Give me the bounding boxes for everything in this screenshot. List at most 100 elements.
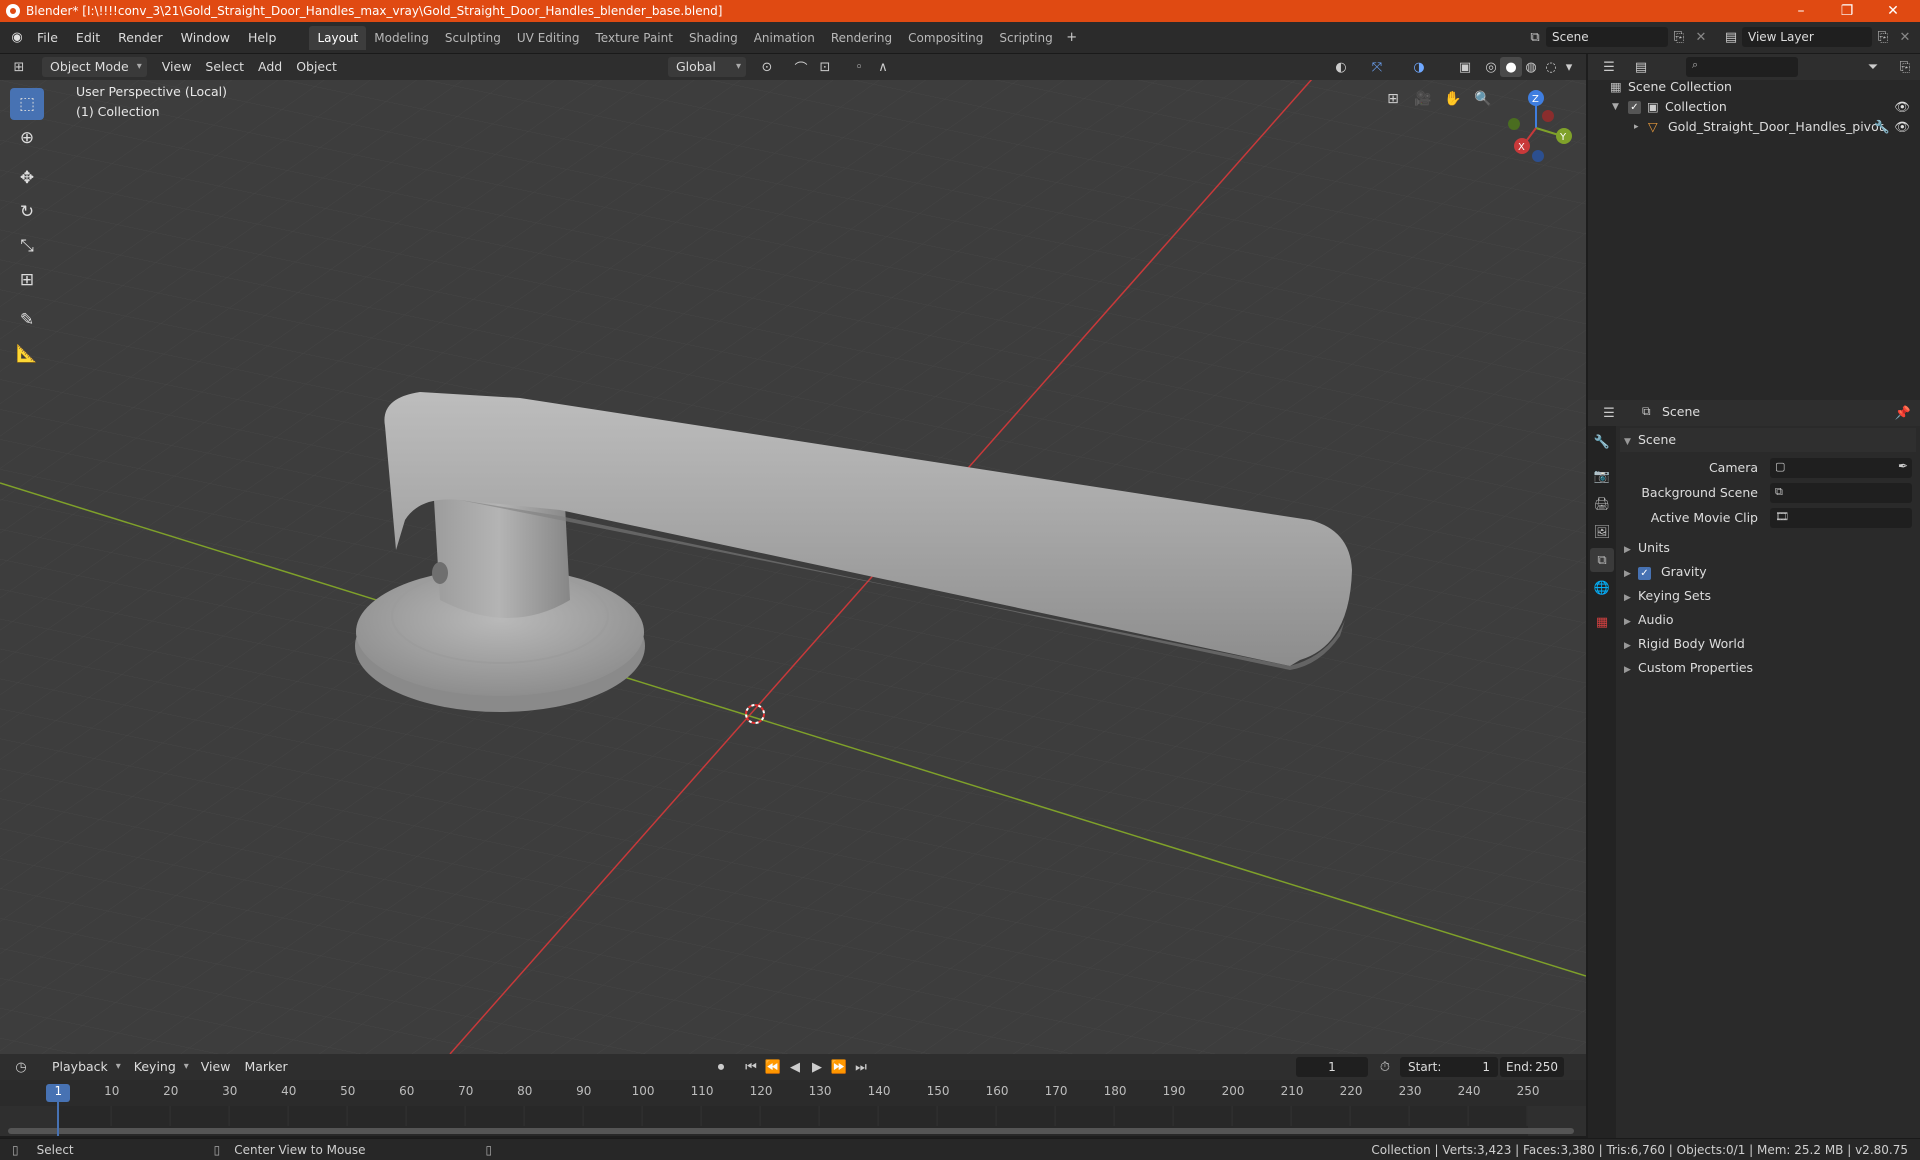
pin-icon[interactable]: 📌 [1892,403,1914,423]
close-button[interactable]: ✕ [1870,0,1916,22]
tab-compositing[interactable]: Compositing [900,26,991,50]
scene-icon[interactable]: ⧉ [1524,27,1546,47]
menu-object[interactable]: Object [289,57,344,77]
minimize-button[interactable]: – [1778,0,1824,22]
3d-viewport[interactable]: ⬚ ⊕ ✥ ↻ ⤡ ⊞ ✎ 📐 User Perspective (Local)… [0,80,1586,1054]
overlay-toggle-icon[interactable]: ◑ [1408,57,1430,77]
collection-exclude-checkbox[interactable]: ✓ [1628,100,1641,114]
restore-button[interactable]: ❐ [1824,0,1870,22]
view-layer-icon[interactable]: ▤ [1720,27,1742,47]
measure-tool-icon[interactable]: 📐 [10,338,44,370]
object-visibility-icon[interactable]: 👁 [1894,117,1910,137]
properties-editor-type-icon[interactable]: ☰ [1598,403,1620,423]
rigid-body-world-subpanel[interactable]: ▶ Rigid Body World [1620,632,1916,656]
start-frame-field[interactable]: Start: 1 [1400,1057,1498,1077]
menu-add[interactable]: Add [251,57,289,77]
tab-shading[interactable]: Shading [681,26,746,50]
menu-view[interactable]: View [155,57,199,77]
gizmo-toggle-icon[interactable]: ⤧ [1366,57,1388,77]
pan-view-icon[interactable]: ✋ [1440,86,1466,112]
visibility-icon[interactable]: ◐ [1330,57,1352,77]
view-layer-tab-icon[interactable]: 🖼 [1590,520,1614,544]
modifier-icon[interactable]: 🔧 [1874,117,1890,137]
cursor-tool-icon[interactable]: ⊕ [10,122,44,154]
viewport-scene[interactable] [0,80,1586,1054]
expand-object-icon[interactable]: ▸ [1634,117,1648,137]
annotate-tool-icon[interactable]: ✎ [10,304,44,336]
menu-help[interactable]: Help [239,26,286,50]
scene-tab-icon[interactable]: ⧉ [1590,548,1614,572]
end-frame-field[interactable]: End: 250 [1500,1057,1564,1077]
tab-uv-editing[interactable]: UV Editing [509,26,588,50]
eyedropper-icon[interactable]: ✒ [1898,459,1908,473]
texture-tab-icon[interactable]: ▦ [1590,610,1614,634]
editor-type-icon[interactable]: ⊞ [8,57,30,77]
keying-sets-subpanel[interactable]: ▶ Keying Sets [1620,584,1916,608]
mode-dropdown[interactable]: Object Mode [42,57,147,77]
tab-sculpting[interactable]: Sculpting [437,26,509,50]
preview-range-icon[interactable]: ⏱ [1374,1057,1396,1077]
scale-tool-icon[interactable]: ⤡ [10,230,44,262]
marker-menu[interactable]: Marker [237,1057,294,1077]
select-box-tool-icon[interactable]: ⬚ [10,88,44,120]
grid-view-icon[interactable]: ⊞ [1380,86,1406,112]
menu-edit[interactable]: Edit [67,26,109,50]
expand-collection-icon[interactable]: ▼ [1612,97,1628,117]
new-scene-icon[interactable]: ⎘ [1668,27,1690,47]
jump-keyframe-back-icon[interactable]: ⏪ [762,1057,784,1077]
jump-end-icon[interactable]: ⏭ [850,1057,872,1077]
move-tool-icon[interactable]: ✥ [10,162,44,194]
play-reverse-icon[interactable]: ◀ [784,1057,806,1077]
add-workspace-icon[interactable]: + [1061,28,1083,48]
output-tab-icon[interactable]: 🖨 [1590,492,1614,516]
wireframe-shading-icon[interactable]: ◎ [1480,57,1502,77]
material-shading-icon[interactable]: ◍ [1520,57,1542,77]
record-icon[interactable]: ⏺ [710,1057,732,1077]
active-movie-clip-field[interactable]: 🎞 [1770,508,1912,528]
new-view-layer-icon[interactable]: ⎘ [1872,27,1894,47]
camera-field[interactable]: ▢ ✒ [1770,458,1912,478]
gravity-checkbox[interactable]: ✓ [1637,567,1651,580]
menu-window[interactable]: Window [172,26,239,50]
playback-menu[interactable]: Playback [44,1057,126,1077]
tab-rendering[interactable]: Rendering [823,26,900,50]
view-layer-field[interactable]: View Layer [1742,27,1872,47]
render-tab-icon[interactable]: 📷 [1590,464,1614,488]
xray-icon[interactable]: ▣ [1454,57,1476,77]
scene-panel-header[interactable]: ▼ Scene [1620,428,1916,452]
remove-view-layer-icon[interactable]: ✕ [1894,27,1916,47]
jump-start-icon[interactable]: ⏮ [740,1057,762,1077]
scene-field[interactable]: Scene [1546,27,1668,47]
collection-visibility-icon[interactable]: 👁 [1894,97,1910,117]
snap-target-icon[interactable]: ⊡ [814,57,836,77]
filter-icon[interactable]: ⏷ [1862,57,1884,77]
navigation-gizmo[interactable]: Z Y X [1500,86,1580,166]
outliner-row-scene-collection[interactable]: ▦ Scene Collection [1610,77,1732,97]
outliner-editor-type-icon[interactable]: ☰ [1598,57,1620,77]
jump-keyframe-forward-icon[interactable]: ⏩ [828,1057,850,1077]
rotate-tool-icon[interactable]: ↻ [10,196,44,228]
blender-menu-icon[interactable]: ◉ [6,28,28,48]
transform-orientation-dropdown[interactable]: Global [668,57,746,77]
solid-shading-icon[interactable]: ● [1500,57,1522,77]
menu-render[interactable]: Render [109,26,172,50]
menu-file[interactable]: File [28,26,67,50]
outliner-search-input[interactable] [1686,57,1798,77]
background-scene-field[interactable]: ⧉ [1770,483,1912,503]
falloff-icon[interactable]: ∧ [872,57,894,77]
camera-view-icon[interactable]: 🎥 [1410,86,1436,112]
outliner-row-collection[interactable]: ▼ ✓ ▣ Collection 👁 [1612,97,1916,117]
display-mode-icon[interactable]: ▤ [1630,57,1652,77]
gravity-subpanel[interactable]: ▶ ✓ Gravity [1620,560,1916,584]
tab-modeling[interactable]: Modeling [366,26,437,50]
proportional-edit-icon[interactable]: ◦ [848,57,870,77]
remove-scene-icon[interactable]: ✕ [1690,27,1712,47]
menu-select[interactable]: Select [198,57,251,77]
current-frame-field[interactable]: 1 [1296,1057,1368,1077]
audio-subpanel[interactable]: ▶ Audio [1620,608,1916,632]
keying-menu[interactable]: Keying [126,1057,194,1077]
shading-options-icon[interactable]: ▾ [1560,57,1578,77]
zoom-view-icon[interactable]: 🔍 [1470,86,1496,112]
snap-icon[interactable]: ⌒ [790,57,812,77]
tab-layout[interactable]: Layout [309,25,367,50]
